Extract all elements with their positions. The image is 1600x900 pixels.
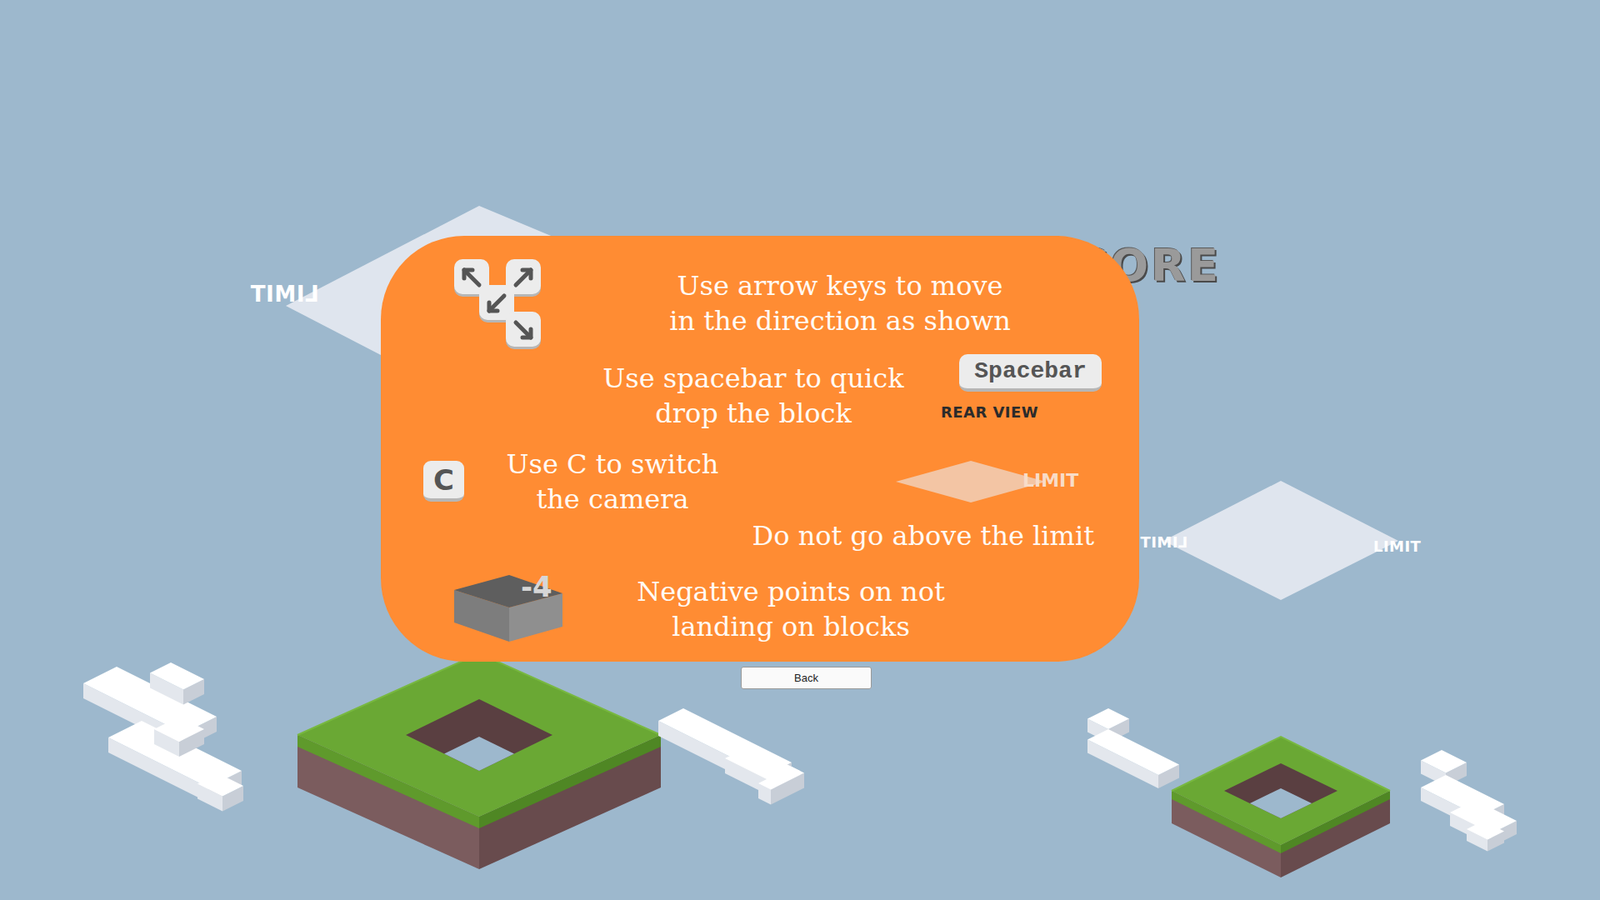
camera-text: Use C to switchthe camera bbox=[464, 446, 761, 517]
arrow-keys-icon bbox=[451, 256, 545, 350]
limit-marker: LIMIT bbox=[1373, 535, 1421, 558]
rear-view-label: REAR VIEW bbox=[940, 403, 1039, 422]
cloud-block bbox=[758, 766, 805, 805]
quick-drop-row: Use spacebar to quickdrop the block Space… bbox=[380, 354, 1140, 431]
help-panel: Use arrow keys to movein the direction a… bbox=[380, 235, 1140, 662]
penalty-row: -4Negative points on notlanding on block… bbox=[380, 574, 1140, 645]
move-text: Use arrow keys to movein the direction a… bbox=[545, 268, 1135, 339]
limit-marker: LIMIT bbox=[250, 278, 320, 311]
penalty-text: Negative points on notlanding on blocks bbox=[562, 574, 1020, 645]
limit-marker: LIMIT bbox=[1140, 530, 1188, 554]
cloud-block bbox=[1466, 820, 1505, 852]
back-button[interactable]: Back bbox=[740, 666, 872, 690]
grass-platform bbox=[297, 653, 661, 870]
move-row: Use arrow keys to movein the direction a… bbox=[380, 256, 1140, 350]
spacebar-key: Spacebar bbox=[959, 354, 1102, 392]
penalty-points: -4 bbox=[520, 570, 553, 604]
limit-text: Do not go above the limit bbox=[380, 518, 1140, 554]
quick-drop-text: Use spacebar to quickdrop the block bbox=[570, 354, 937, 431]
limit-example-label: LIMIT bbox=[1022, 470, 1079, 492]
cloud-block bbox=[150, 662, 205, 705]
cloud-block bbox=[197, 773, 244, 812]
limit-plane bbox=[1163, 480, 1399, 600]
grass-platform bbox=[1171, 736, 1390, 878]
camera-row: CUse C to switchthe cameraLIMIT bbox=[380, 458, 1140, 505]
cloud-block bbox=[154, 716, 205, 757]
c-key: C bbox=[423, 460, 465, 502]
cloud-block bbox=[1087, 729, 1180, 789]
limit-example: LIMIT bbox=[895, 460, 1096, 503]
penalty-block: -4 bbox=[454, 575, 563, 644]
game-screen: LIMITLIMITLIMITCOREUse arrow keys to mov… bbox=[0, 0, 1600, 900]
